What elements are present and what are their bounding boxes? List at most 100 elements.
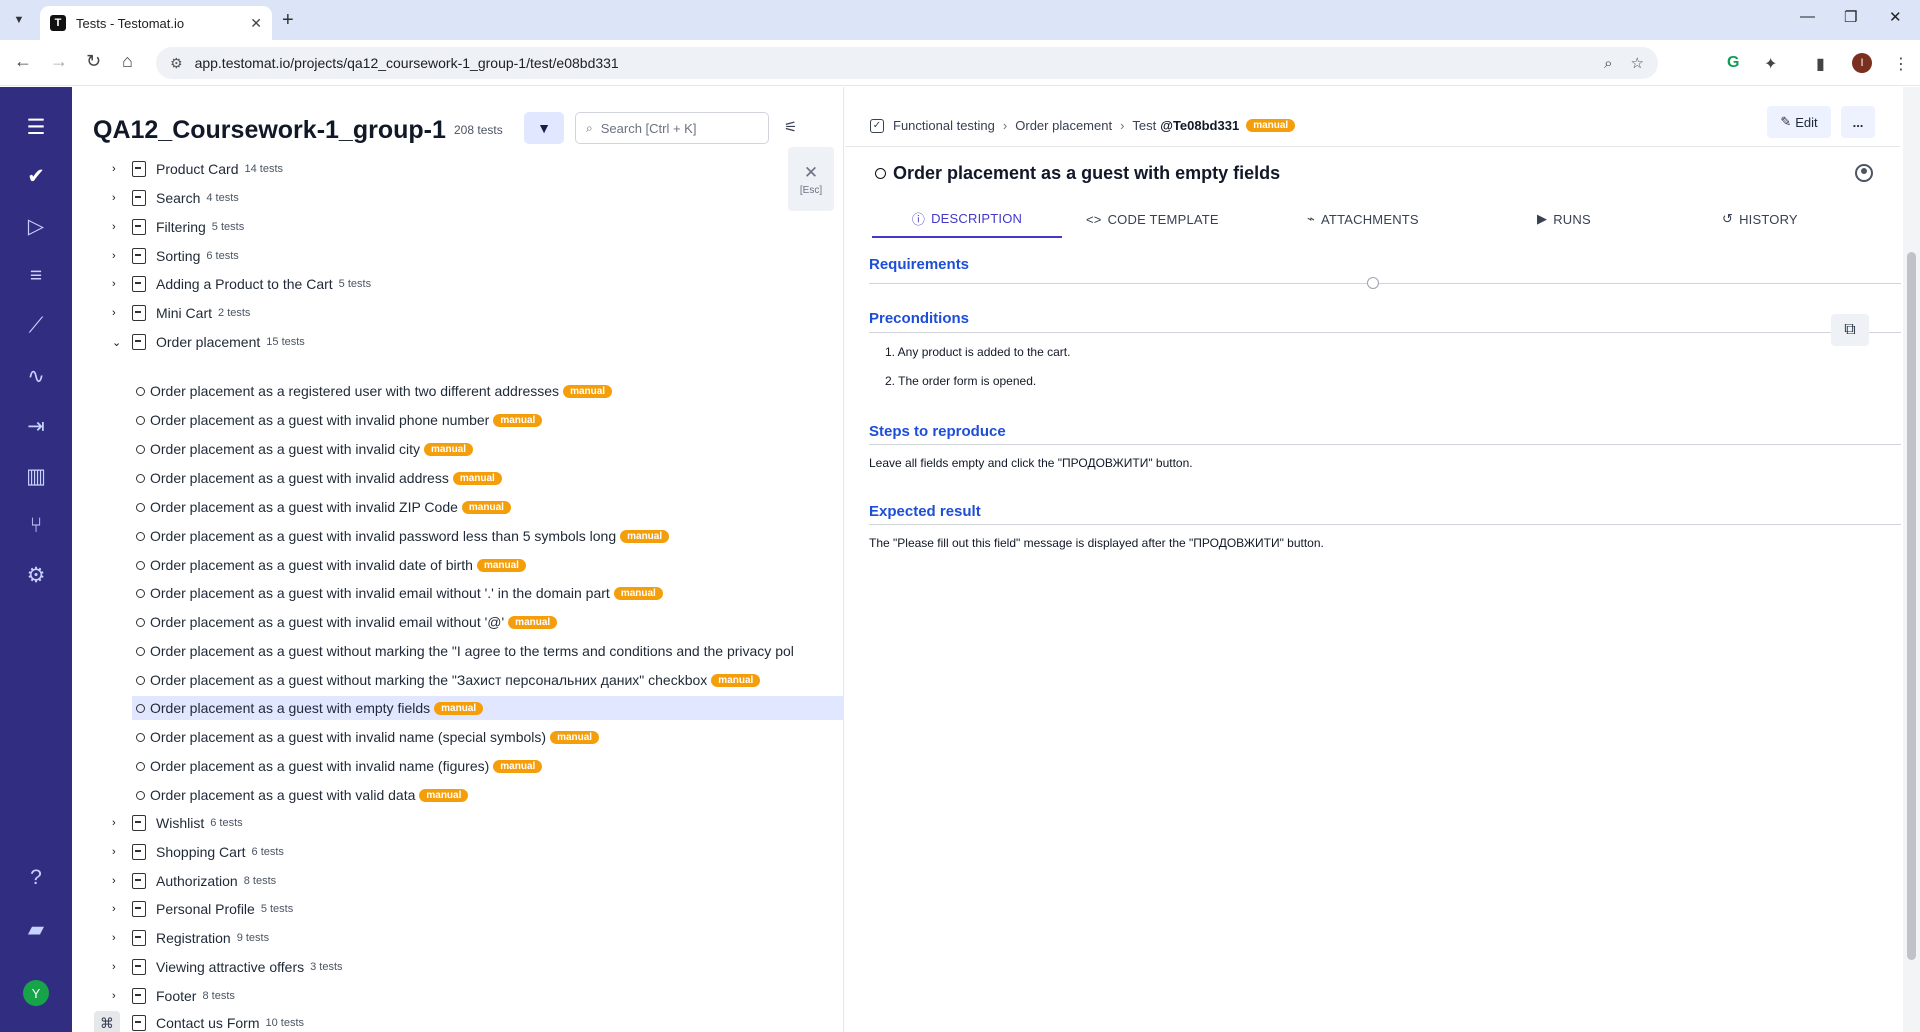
browser-menu-icon[interactable]: ⋮ [1893,54,1909,74]
pulse-icon[interactable]: ∿ [22,362,50,390]
reload-icon[interactable]: ↻ [86,51,101,72]
test-row[interactable]: Order placement as a guest without marki… [132,668,843,692]
test-row[interactable]: Order placement as a guest with invalid … [132,437,843,461]
user-avatar[interactable]: Y [23,980,49,1006]
minimize-icon[interactable]: — [1800,8,1815,25]
projects-folder-icon[interactable]: ▰ [22,915,50,943]
runs-play-icon[interactable]: ▷ [22,212,50,240]
tests-check-icon[interactable]: ✔ [22,162,50,190]
test-row[interactable]: Order placement as a guest with invalid … [132,754,843,778]
chevron-right-icon[interactable]: › [112,163,128,175]
plans-list-icon[interactable]: ≡ [22,262,50,290]
browser-tab[interactable]: T Tests - Testomat.io ✕ [40,6,272,40]
tab-search-icon[interactable]: ▼ [8,9,30,31]
suite-row[interactable]: › Filtering 5 tests [112,216,244,238]
test-row[interactable]: Order placement as a guest with invalid … [132,725,843,749]
test-row-selected[interactable]: Order placement as a guest with empty fi… [132,696,843,720]
tab-history[interactable]: ↺ HISTORY [1722,200,1798,238]
site-info-icon[interactable]: ⚙ [170,55,183,72]
suite-row[interactable]: › Registration 9 tests [112,927,269,949]
browser-tab-title: Tests - Testomat.io [76,15,185,31]
forward-icon[interactable]: → [50,51,68,72]
tab-code-template[interactable]: <> CODE TEMPLATE [1086,200,1219,238]
command-palette-icon[interactable]: ⌘ [94,1011,120,1032]
new-tab-icon[interactable]: + [282,9,294,32]
suite-row[interactable]: › Mini Cart 2 tests [112,302,250,324]
test-title: Order placement as a guest with empty fi… [875,163,1280,184]
suite-row[interactable]: › Personal Profile 5 tests [112,898,293,920]
copy-icon[interactable]: ⧉ [1831,314,1869,346]
chevron-right-icon[interactable]: › [112,192,128,204]
test-row[interactable]: Order placement as a guest with invalid … [132,524,843,548]
suite-row[interactable]: › Search 4 tests [112,187,239,209]
page-scrollbar[interactable] [1903,87,1920,1032]
suite-row[interactable]: › Viewing attractive offers 3 tests [112,956,343,978]
tree-settings-icon[interactable]: ⚟ [784,118,797,136]
test-row[interactable]: Order placement as a guest with invalid … [132,408,843,432]
breadcrumb-suite-group[interactable]: Functional testing [893,118,995,133]
suite-name: Wishlist [156,815,205,831]
suite-row[interactable]: › Footer 8 tests [112,985,235,1007]
suite-row[interactable]: › Authorization 8 tests [112,870,276,892]
home-icon[interactable]: ⌂ [122,51,133,72]
chevron-right-icon[interactable]: › [112,932,128,944]
chevron-right-icon[interactable]: › [112,903,128,915]
tab-attachments[interactable]: ⌁ ATTACHMENTS [1307,200,1419,238]
close-tree-button[interactable]: ✕ [Esc] [788,147,834,211]
collapse-handle-icon[interactable] [1367,277,1379,289]
chevron-right-icon[interactable]: › [112,846,128,858]
suite-row[interactable]: ›Contact us Form10 tests [112,1012,304,1032]
close-tab-icon[interactable]: ✕ [250,15,262,32]
import-icon[interactable]: ⇥ [22,412,50,440]
extensions-icon[interactable]: ✦ [1764,54,1777,74]
chevron-right-icon[interactable]: › [112,961,128,973]
tab-description[interactable]: ⓘ DESCRIPTION [872,200,1062,238]
edit-button[interactable]: ✎ Edit [1767,106,1831,138]
side-panel-icon[interactable]: ▮ [1816,54,1825,74]
chevron-right-icon[interactable]: › [112,250,128,262]
test-row[interactable]: Order placement as a guest with invalid … [132,466,843,490]
address-bar-row: ← → ↻ ⌂ ⚙ app.testomat.io/projects/qa12_… [0,40,1920,86]
zoom-icon[interactable]: ⌕ [1604,55,1612,72]
chevron-down-icon[interactable]: ⌄ [112,336,128,349]
test-row[interactable]: Order placement as a registered user wit… [132,379,843,403]
chevron-right-icon[interactable]: › [112,990,128,1002]
steps-icon[interactable]: ⟋ [22,312,50,340]
help-icon[interactable]: ? [22,864,50,892]
more-options-button[interactable]: ... [1841,106,1875,138]
menu-icon[interactable]: ☰ [22,113,50,141]
scrollbar-thumb[interactable] [1907,252,1916,960]
chevron-right-icon[interactable]: › [112,817,128,829]
test-row[interactable]: Order placement as a guest with invalid … [132,581,843,605]
chevron-right-icon[interactable]: › [112,307,128,319]
browser-profile-avatar[interactable]: I [1852,53,1872,73]
chevron-right-icon[interactable]: › [112,221,128,233]
tab-runs[interactable]: ▶ RUNS [1537,200,1591,238]
settings-gear-icon[interactable]: ⚙ [22,561,50,589]
suite-row-expanded[interactable]: ⌄ Order placement 15 tests [112,331,305,353]
test-row[interactable]: Order placement as a guest with invalid … [132,553,843,577]
suite-row[interactable]: › Shopping Cart 6 tests [112,841,284,863]
test-row[interactable]: Order placement as a guest with invalid … [132,610,843,634]
chevron-right-icon[interactable]: › [112,278,128,290]
test-row[interactable]: Order placement as a guest with valid da… [132,783,843,807]
suite-row[interactable]: › Product Card 14 tests [112,158,283,180]
branches-icon[interactable]: ⑂ [22,512,50,540]
suite-row[interactable]: › Sorting 6 tests [112,245,239,267]
window-close-icon[interactable]: ✕ [1889,8,1902,26]
url-field[interactable]: ⚙ app.testomat.io/projects/qa12_coursewo… [156,47,1658,79]
back-icon[interactable]: ← [14,51,32,72]
chevron-right-icon[interactable]: › [112,875,128,887]
search-input[interactable]: ⌕ Search [Ctrl + K] [575,112,769,144]
breadcrumb-suite[interactable]: Order placement [1015,118,1112,133]
suite-row[interactable]: › Adding a Product to the Cart 5 tests [112,273,371,295]
filter-button[interactable]: ▼ [524,112,564,144]
bookmark-star-icon[interactable]: ☆ [1631,54,1644,72]
suite-row[interactable]: › Wishlist 6 tests [112,812,243,834]
assignee-icon[interactable] [1855,164,1873,182]
grammarly-icon[interactable]: G [1727,54,1739,72]
test-row[interactable]: Order placement as a guest without marki… [132,639,843,663]
test-row[interactable]: Order placement as a guest with invalid … [132,495,843,519]
restore-icon[interactable]: ❐ [1844,8,1857,26]
analytics-icon[interactable]: ▥ [22,462,50,490]
